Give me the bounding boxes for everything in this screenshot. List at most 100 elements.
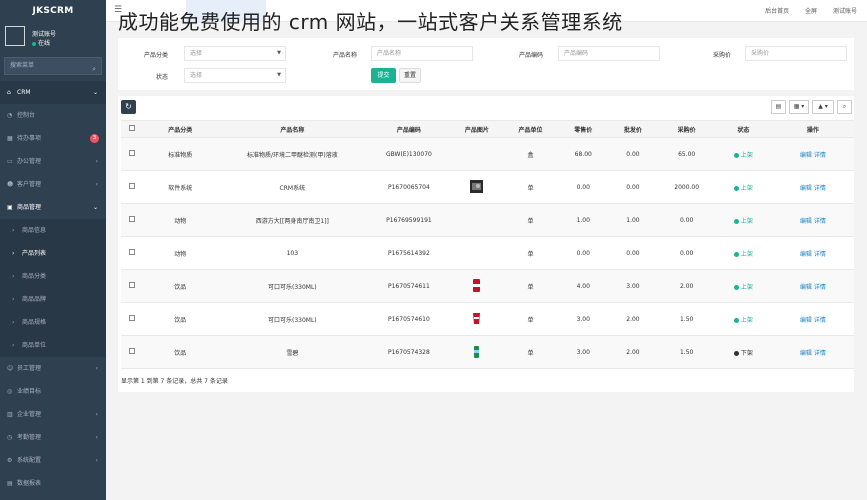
select-all-checkbox[interactable] — [121, 120, 143, 138]
category-select[interactable]: 选择 ▼ — [184, 46, 286, 61]
edit-link[interactable]: 编辑 — [800, 185, 812, 192]
table-row[interactable]: 饮品 可口可乐(330ML) P1670574611 单 4.00 3.00 2.00 上架 编… — [121, 269, 854, 303]
sidebar-item-0[interactable]: ⌂ CRM ⌄ — [0, 81, 106, 104]
row-checkbox[interactable] — [121, 170, 143, 204]
product-image[interactable] — [470, 278, 483, 294]
checkbox-icon[interactable] — [128, 348, 135, 354]
col-header[interactable]: 操作 — [771, 120, 854, 138]
sidebar-item-5[interactable]: ▣ 商品管理 ⌄ — [0, 196, 106, 219]
sidebar-item-15[interactable]: ◷ 考勤管理 ‹ — [0, 426, 106, 449]
name-input[interactable]: 产品名称 — [371, 46, 473, 61]
status-select[interactable]: 选择 ▼ — [184, 68, 286, 83]
edit-link[interactable]: 编辑 — [800, 284, 812, 291]
sidebar-item-11[interactable]: › 商品单位 — [0, 334, 106, 357]
cell-name[interactable]: 西游方大[[两身南厅南卫1]] — [218, 203, 367, 237]
edit-link[interactable]: 编辑 — [800, 218, 812, 225]
sidebar-item-6[interactable]: › 商品信息 — [0, 219, 106, 242]
sidebar-item-8[interactable]: › 商品分类 — [0, 265, 106, 288]
product-image[interactable] — [470, 345, 483, 360]
topbar-fullscreen-link[interactable]: 全屏 — [805, 8, 817, 15]
profile-block[interactable]: 测试账号 在线 — [0, 22, 106, 50]
price-input[interactable]: 采购价 — [745, 46, 847, 61]
sidebar-search-input[interactable]: 搜索菜单 ⌕ — [4, 57, 102, 75]
toggle-view-icon[interactable]: ▤ — [771, 100, 786, 114]
search-icon[interactable]: ⌕ — [92, 61, 96, 77]
sidebar-item-9[interactable]: › 商品品牌 — [0, 288, 106, 311]
row-checkbox[interactable] — [121, 335, 143, 369]
sidebar-item-13[interactable]: ◎ 业绩目标 — [0, 380, 106, 403]
columns-icon[interactable]: ▦ ▾ — [789, 100, 809, 114]
row-checkbox[interactable] — [121, 302, 143, 336]
cell-name[interactable]: CRM系统 — [218, 170, 367, 204]
detail-link[interactable]: 详情 — [814, 218, 826, 225]
code-input[interactable]: 产品编码 — [558, 46, 660, 61]
product-image[interactable] — [470, 179, 484, 195]
table-row[interactable]: 饮品 可口可乐(330ML) P1670574610 单 3.00 2.00 1.50 上架 编… — [121, 302, 854, 336]
edit-link[interactable]: 编辑 — [800, 350, 812, 357]
sidebar-item-3[interactable]: ▭ 办公管理 ‹ — [0, 150, 106, 173]
edit-link[interactable]: 编辑 — [800, 251, 812, 258]
table-row[interactable]: 动物 西游方大[[两身南厅南卫1]] P16769599191 单 1.00 1.00 0.… — [121, 203, 854, 237]
checkbox-icon[interactable] — [128, 249, 135, 255]
status-text: 上架 — [740, 283, 753, 291]
sidebar-item-1[interactable]: ◔ 控制台 — [0, 104, 106, 127]
sidebar-item-2[interactable]: ▦ 待办事项 3 — [0, 127, 106, 150]
detail-link[interactable]: 详情 — [814, 284, 826, 291]
detail-link[interactable]: 详情 — [814, 350, 826, 357]
topbar-user-link[interactable]: 测试账号 — [833, 8, 857, 15]
sidebar-item-7[interactable]: › 产品列表 — [0, 242, 106, 265]
export-icon[interactable]: ▲ ▾ — [812, 100, 834, 114]
refresh-icon[interactable]: ↻ — [121, 100, 136, 114]
col-header[interactable]: 产品名称 — [218, 120, 367, 138]
cell-name[interactable]: 雪碧 — [218, 335, 367, 369]
search-icon[interactable]: ⌕ — [837, 100, 852, 114]
edit-link[interactable]: 编辑 — [800, 152, 812, 159]
col-header[interactable]: 产品分类 — [142, 120, 219, 138]
checkbox-icon[interactable] — [128, 150, 135, 156]
sidebar-item-17[interactable]: ▤ 数据报表 — [0, 472, 106, 495]
col-header[interactable]: 零售价 — [558, 120, 608, 138]
table-row[interactable]: 饮品 雪碧 P1670574328 单 3.00 2.00 1.50 下架 编辑 详情 — [121, 335, 854, 369]
col-header[interactable]: 批发价 — [607, 120, 659, 138]
cell-ops: 编辑 详情 — [771, 203, 854, 237]
table-row[interactable]: 软件系统 CRM系统 P1670065704 单 0.00 0.00 2000.00 上架 编辑… — [121, 170, 854, 204]
col-header[interactable]: 采购价 — [658, 120, 716, 138]
cell-name[interactable]: 标准物质/环境二甲醚检测(甲)溶液 — [218, 137, 367, 171]
checkbox-icon[interactable] — [128, 125, 135, 131]
search-submit-button[interactable]: 提交 — [371, 68, 396, 83]
sidebar-item-12[interactable]: ☺ 员工管理 ‹ — [0, 357, 106, 380]
detail-link[interactable]: 详情 — [814, 251, 826, 258]
reset-button[interactable]: 重置 — [399, 68, 421, 83]
edit-link[interactable]: 编辑 — [800, 317, 812, 324]
checkbox-icon[interactable] — [128, 183, 135, 189]
cell-name[interactable]: 可口可乐(330ML) — [218, 269, 367, 303]
sidebar-item-16[interactable]: ⚙ 系统配置 ‹ — [0, 449, 106, 472]
cell-name[interactable]: 可口可乐(330ML) — [218, 302, 367, 336]
checkbox-icon[interactable] — [128, 216, 135, 222]
row-checkbox[interactable] — [121, 269, 143, 303]
sidebar-item-4[interactable]: ☻ 客户管理 ‹ — [0, 173, 106, 196]
table-row[interactable]: 标准物质 标准物质/环境二甲醚检测(甲)溶液 GBW(E)130070 盒 68.00 0… — [121, 137, 854, 171]
row-checkbox[interactable] — [121, 137, 143, 171]
col-header[interactable]: 状态 — [715, 120, 772, 138]
table-row[interactable]: 动物 103 P1675614392 单 0.00 0.00 0.00 上架 编辑 详情 — [121, 236, 854, 270]
checkbox-icon[interactable] — [128, 282, 135, 288]
row-checkbox[interactable] — [121, 203, 143, 237]
col-header[interactable]: 产品图片 — [451, 120, 503, 138]
col-header[interactable]: 产品编码 — [366, 120, 452, 138]
detail-link[interactable]: 详情 — [814, 185, 826, 192]
cell-image — [451, 236, 503, 270]
row-checkbox[interactable] — [121, 236, 143, 270]
detail-link[interactable]: 详情 — [814, 317, 826, 324]
detail-link[interactable]: 详情 — [814, 152, 826, 159]
cell-name[interactable]: 103 — [218, 236, 367, 270]
sidebar-item-10[interactable]: › 商品规格 — [0, 311, 106, 334]
col-header[interactable]: 产品单位 — [502, 120, 559, 138]
status-dot-icon — [733, 152, 739, 158]
sidebar-item-14[interactable]: ▥ 企业管理 ‹ — [0, 403, 106, 426]
topbar-home-link[interactable]: 后台首页 — [765, 8, 789, 15]
sidebar-item-18[interactable]: ▬常规管理new — [0, 495, 106, 500]
avatar[interactable] — [5, 26, 25, 46]
checkbox-icon[interactable] — [128, 315, 135, 321]
product-image[interactable] — [470, 312, 483, 327]
